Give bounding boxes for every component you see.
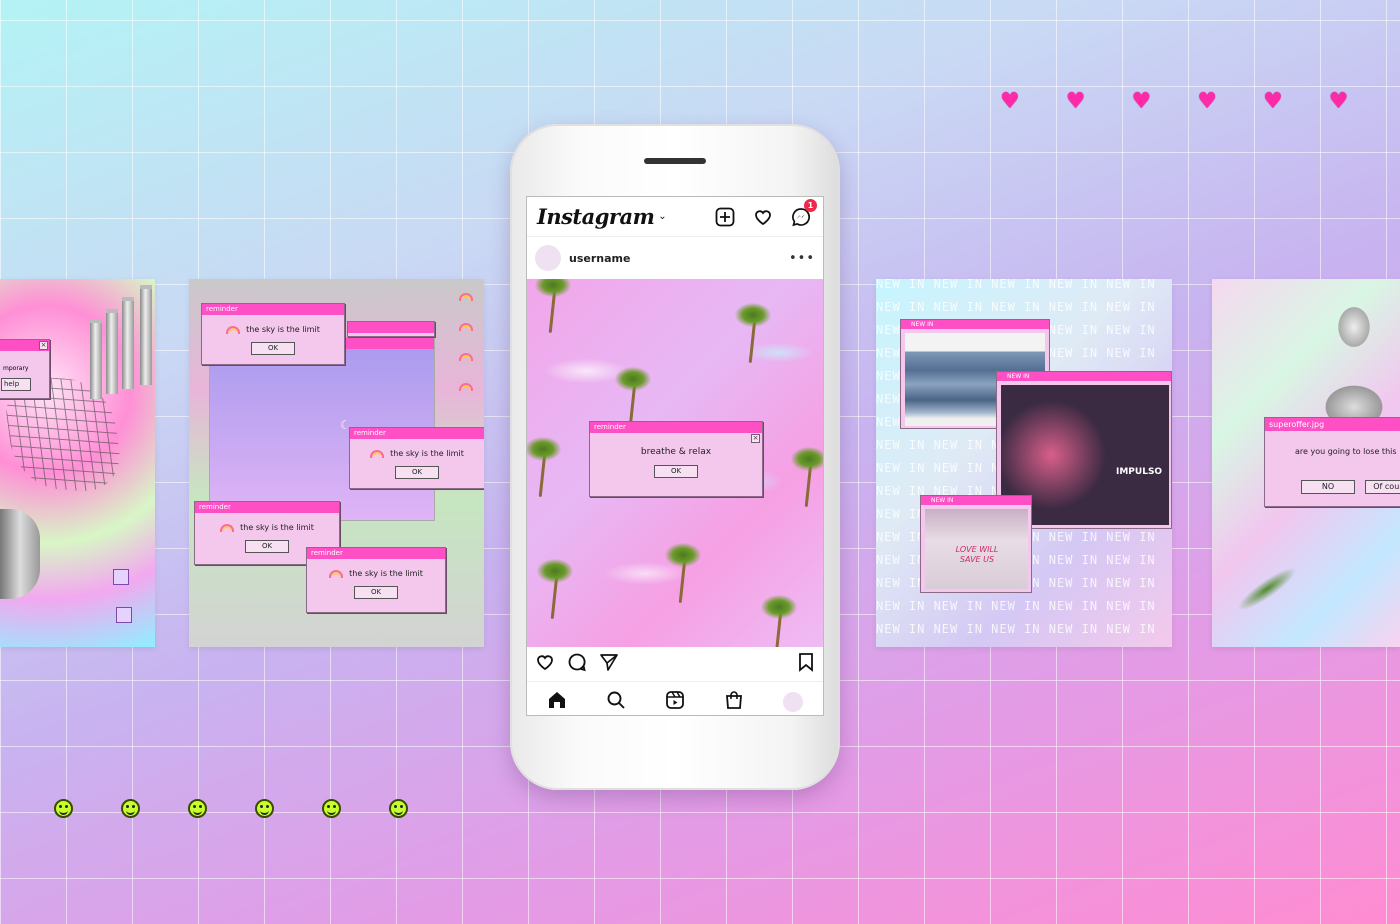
notification-badge: 1: [804, 198, 817, 212]
smiley-icon: [54, 799, 73, 818]
new-in-row: NEW IN NEW IN NEW IN NEW IN NEW IN: [876, 599, 1156, 613]
post-card-new-in: NEW IN NEW IN NEW IN NEW IN NEW IN NEW I…: [876, 279, 1172, 647]
greek-column: [140, 285, 152, 385]
post-username[interactable]: username: [569, 252, 630, 265]
close-icon[interactable]: ×: [39, 341, 48, 350]
phone-mockup: Instagram ⌄ 1 username ••• reminder × br…: [510, 124, 840, 790]
rainbow-icon: [220, 523, 235, 532]
smiley-icon: [322, 799, 341, 818]
no-button[interactable]: NO: [1301, 480, 1355, 494]
more-options-icon[interactable]: •••: [789, 251, 815, 266]
messenger-icon[interactable]: 1: [789, 198, 817, 229]
palm-tree: [733, 301, 773, 364]
reminder-window: reminder the sky is the limit OK: [306, 547, 446, 613]
new-in-window: NEW IN LOVE WILL SAVE US: [920, 495, 1032, 593]
reels-icon[interactable]: [665, 690, 685, 714]
bottom-nav: [527, 681, 823, 715]
instagram-screen: Instagram ⌄ 1 username ••• reminder × br…: [526, 196, 824, 716]
rainbow-icon: [459, 323, 473, 331]
superoffer-window: superoffer.jpg are you going to lose thi…: [1264, 417, 1400, 507]
yes-button[interactable]: Of cours: [1365, 480, 1400, 494]
smiley-icon: [188, 799, 207, 818]
new-in-row: NEW IN NEW IN NEW IN NEW IN NEW IN: [876, 641, 1172, 647]
heart-icon: ♥: [1000, 89, 1020, 114]
palm-tree: [535, 557, 575, 620]
rainbow-icon: [459, 353, 473, 361]
share-icon[interactable]: [599, 652, 619, 676]
palm-leaf: [1212, 508, 1347, 647]
greek-column: [106, 309, 118, 394]
shop-icon[interactable]: [724, 690, 744, 714]
heart-icon[interactable]: [751, 205, 775, 229]
post-card-superoffer: superoffer.jpg are you going to lose thi…: [1212, 279, 1400, 647]
profile-avatar[interactable]: [783, 691, 804, 712]
chevron-down-icon[interactable]: ⌄: [658, 211, 666, 222]
ok-button[interactable]: OK: [251, 342, 295, 355]
reminder-window: reminder the sky is the limit OK: [201, 303, 345, 365]
rainbow-icon: [226, 325, 241, 334]
close-icon[interactable]: ×: [751, 434, 760, 443]
new-in-row: NEW IN NEW IN NEW IN NEW IN NEW IN: [876, 279, 1156, 291]
popcorn-icon: [113, 569, 129, 585]
palm-tree: [613, 365, 653, 428]
rainbow-icon: [459, 383, 473, 391]
comment-icon[interactable]: [567, 652, 587, 676]
rainbow-icon: [329, 569, 344, 578]
smiley-icon: [389, 799, 408, 818]
heart-icon: ♥: [1197, 89, 1217, 114]
rainbow-icon: [459, 293, 473, 301]
instagram-header: Instagram ⌄ 1: [527, 197, 823, 237]
new-post-icon[interactable]: [713, 205, 737, 229]
like-heart-icon[interactable]: [535, 652, 555, 676]
statue-bust: [1324, 297, 1384, 417]
new-in-row: NEW IN NEW IN NEW IN NEW IN NEW IN: [876, 300, 1156, 314]
partial-dialog-window: × mporary help: [0, 339, 50, 399]
window-controls: [347, 321, 435, 337]
smiley-row: [54, 799, 408, 818]
smiley-icon: [255, 799, 274, 818]
reminder-window: reminder the sky is the limit OK: [349, 427, 484, 489]
popcorn-icon: [116, 607, 132, 623]
phone-speaker: [644, 158, 706, 164]
help-button[interactable]: help: [1, 378, 31, 391]
greek-column: [90, 319, 102, 399]
palm-tree: [789, 445, 823, 508]
rainbow-icon: [370, 449, 385, 458]
ok-button[interactable]: OK: [354, 586, 398, 599]
post-actions: [527, 647, 823, 681]
palm-tree: [527, 435, 563, 498]
heart-icon: ♥: [1131, 89, 1152, 114]
avatar[interactable]: [535, 245, 561, 271]
instagram-logo[interactable]: Instagram: [537, 204, 655, 229]
post-image[interactable]: reminder × breathe & relax OK: [527, 279, 823, 647]
palm-tree: [533, 279, 573, 334]
post-card-columns: × mporary help: [0, 279, 155, 647]
ok-button[interactable]: OK: [395, 466, 439, 479]
save-bookmark-icon[interactable]: [797, 652, 815, 676]
palm-tree: [759, 593, 799, 647]
heart-icon: ♥: [1328, 89, 1349, 114]
post-header: username •••: [527, 237, 823, 279]
ok-button[interactable]: OK: [654, 465, 698, 478]
reminder-window: reminder × breathe & relax OK: [589, 421, 763, 497]
heart-icon: ♥: [1262, 89, 1283, 114]
greek-column: [122, 297, 134, 389]
palm-tree: [663, 541, 703, 604]
home-icon[interactable]: [547, 690, 567, 714]
pixel-hearts-row: ♥ ♥ ♥ ♥ ♥ ♥: [1000, 89, 1349, 114]
search-icon[interactable]: [606, 690, 626, 714]
new-in-row: NEW IN NEW IN NEW IN NEW IN NEW IN: [876, 622, 1156, 636]
post-card-reminders: ☾ reminder the sky is the limit OK remin…: [189, 279, 484, 647]
ok-button[interactable]: OK: [245, 540, 289, 553]
tshirt-photo[interactable]: LOVE WILL SAVE US: [925, 509, 1028, 589]
statue-hand: [0, 509, 40, 599]
heart-icon: ♥: [1065, 89, 1086, 114]
smiley-icon: [121, 799, 140, 818]
